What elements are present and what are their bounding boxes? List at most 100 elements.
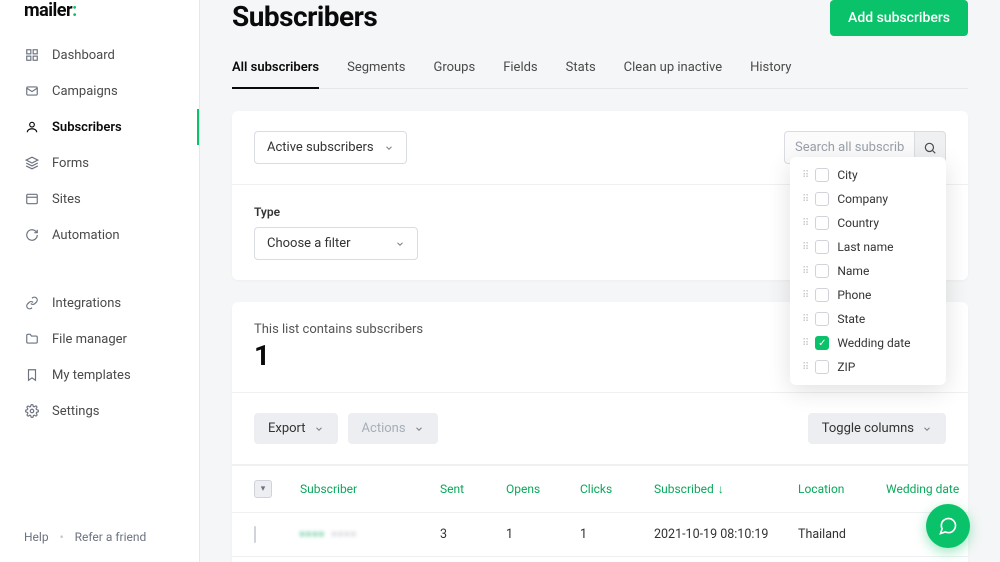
tabs: All subscribers Segments Groups Fields S… [232, 50, 968, 89]
toggle-columns-button[interactable]: Toggle columns [808, 413, 946, 444]
sidebar-item-label: Sites [52, 192, 81, 207]
col-location[interactable]: Location [798, 480, 886, 498]
drag-icon: ⠿ [802, 314, 807, 325]
flyout-label: Name [837, 264, 869, 278]
tab-all-subscribers[interactable]: All subscribers [232, 50, 319, 89]
checkbox[interactable] [815, 168, 829, 182]
page-title: Subscribers [232, 0, 377, 33]
link-icon [24, 295, 40, 311]
sidebar-item-label: Campaigns [52, 84, 118, 99]
flyout-label: Phone [837, 288, 871, 302]
checkbox[interactable] [815, 240, 829, 254]
flyout-item-wedding[interactable]: ⠿ ✓ Wedding date [790, 331, 946, 355]
flyout-item-lastname[interactable]: ⠿ Last name [790, 235, 946, 259]
drag-icon: ⠿ [802, 362, 807, 373]
col-clicks[interactable]: Clicks [580, 480, 654, 498]
chevron-down-icon [395, 239, 405, 249]
sidebar-item-settings[interactable]: Settings [0, 393, 199, 429]
status-filter-label: Active subscribers [267, 140, 374, 155]
flyout-label: Company [837, 192, 888, 206]
row-checkbox[interactable] [254, 526, 256, 543]
checkbox-checked[interactable]: ✓ [815, 336, 829, 350]
sidebar-item-subscribers[interactable]: Subscribers [0, 109, 199, 145]
sort-down-icon: ↓ [718, 482, 724, 496]
flyout-label: City [837, 168, 857, 182]
tab-cleanup[interactable]: Clean up inactive [624, 50, 722, 89]
search-icon [923, 141, 937, 155]
type-filter-select[interactable]: Choose a filter [254, 227, 418, 260]
flyout-label: ZIP [837, 360, 855, 374]
drag-icon: ⠿ [802, 242, 807, 253]
checkbox[interactable] [815, 288, 829, 302]
refer-link[interactable]: Refer a friend [75, 530, 147, 544]
chat-icon [938, 516, 958, 536]
user-icon [24, 119, 40, 135]
cell-sent: 3 [440, 527, 506, 542]
sidebar-item-label: Forms [52, 156, 89, 171]
tab-history[interactable]: History [750, 50, 791, 89]
col-opens[interactable]: Opens [506, 480, 580, 498]
checkbox[interactable] [815, 192, 829, 206]
flyout-item-country[interactable]: ⠿Country [790, 211, 946, 235]
drag-icon: ⠿ [802, 338, 807, 349]
col-subscriber[interactable]: Subscriber [300, 480, 440, 498]
tab-fields[interactable]: Fields [503, 50, 537, 89]
select-all-toggle[interactable]: ▾ [254, 480, 272, 498]
sidebar-item-label: Automation [52, 228, 120, 243]
flyout-item-state[interactable]: ⠿State [790, 307, 946, 331]
col-sent[interactable]: Sent [440, 480, 506, 498]
export-button[interactable]: Export [254, 413, 338, 444]
status-filter-select[interactable]: Active subscribers [254, 131, 407, 164]
tab-groups[interactable]: Groups [433, 50, 475, 89]
sidebar: mailer: Dashboard Campaigns Subscribers … [0, 0, 200, 562]
col-subscribed[interactable]: Subscribed ↓ [654, 480, 798, 498]
flyout-item-company[interactable]: ⠿ Company [790, 187, 946, 211]
actions-button[interactable]: Actions [348, 413, 438, 444]
sidebar-item-forms[interactable]: Forms [0, 145, 199, 181]
cell-clicks: 1 [580, 527, 654, 542]
sidebar-item-automation[interactable]: Automation [0, 217, 199, 253]
sidebar-item-sites[interactable]: Sites [0, 181, 199, 217]
drag-icon: ⠿ [802, 170, 807, 181]
tab-segments[interactable]: Segments [347, 50, 405, 89]
checkbox[interactable] [815, 216, 829, 230]
sidebar-item-campaigns[interactable]: Campaigns [0, 73, 199, 109]
flyout-item-city[interactable]: ⠿ City [790, 163, 946, 187]
flyout-item-zip[interactable]: ⠿ ZIP [790, 355, 946, 379]
col-wedding[interactable]: Wedding date [886, 480, 974, 498]
sidebar-item-filemanager[interactable]: File manager [0, 321, 199, 357]
flyout-label: Last name [837, 240, 893, 254]
browser-icon [24, 191, 40, 207]
sidebar-item-label: Settings [52, 404, 99, 419]
flyout-label: Wedding date [837, 336, 910, 350]
cell-subscribed: 2021-10-19 08:10:19 [654, 527, 798, 542]
checkbox[interactable] [815, 264, 829, 278]
tab-stats[interactable]: Stats [566, 50, 596, 89]
actions-label: Actions [362, 421, 406, 436]
cell-location: Thailand [798, 527, 886, 542]
sidebar-item-label: Dashboard [52, 48, 115, 63]
flyout-label: Country [837, 216, 879, 230]
sidebar-item-integrations[interactable]: Integrations [0, 285, 199, 321]
flyout-item-phone[interactable]: ⠿Phone [790, 283, 946, 307]
sidebar-item-templates[interactable]: My templates [0, 357, 199, 393]
column-flyout: ⠿City ⠿Company ⠿Country ⠿Last name ⠿Name… [790, 157, 946, 385]
export-label: Export [268, 421, 306, 436]
sidebar-item-label: My templates [52, 368, 131, 383]
table-header: ▾ Subscriber Sent Opens Clicks Subscribe… [232, 465, 968, 513]
sidebar-item-label: File manager [52, 332, 127, 347]
add-subscribers-button[interactable]: Add subscribers [830, 0, 968, 36]
checkbox[interactable] [815, 312, 829, 326]
layers-icon [24, 155, 40, 171]
help-fab[interactable] [926, 504, 970, 548]
sidebar-footer: Help • Refer a friend [0, 518, 199, 562]
chevron-down-icon [314, 424, 324, 434]
table-row[interactable]: ▪▪▪▪ ▪▪▪▪ 3 1 1 2021-10-19 08:10:19 Thai… [232, 513, 968, 557]
drag-icon: ⠿ [802, 194, 807, 205]
flyout-item-name[interactable]: ⠿Name [790, 259, 946, 283]
help-link[interactable]: Help [24, 530, 49, 544]
gear-icon [24, 403, 40, 419]
sidebar-item-label: Integrations [52, 296, 121, 311]
sidebar-item-dashboard[interactable]: Dashboard [0, 37, 199, 73]
checkbox[interactable] [815, 360, 829, 374]
